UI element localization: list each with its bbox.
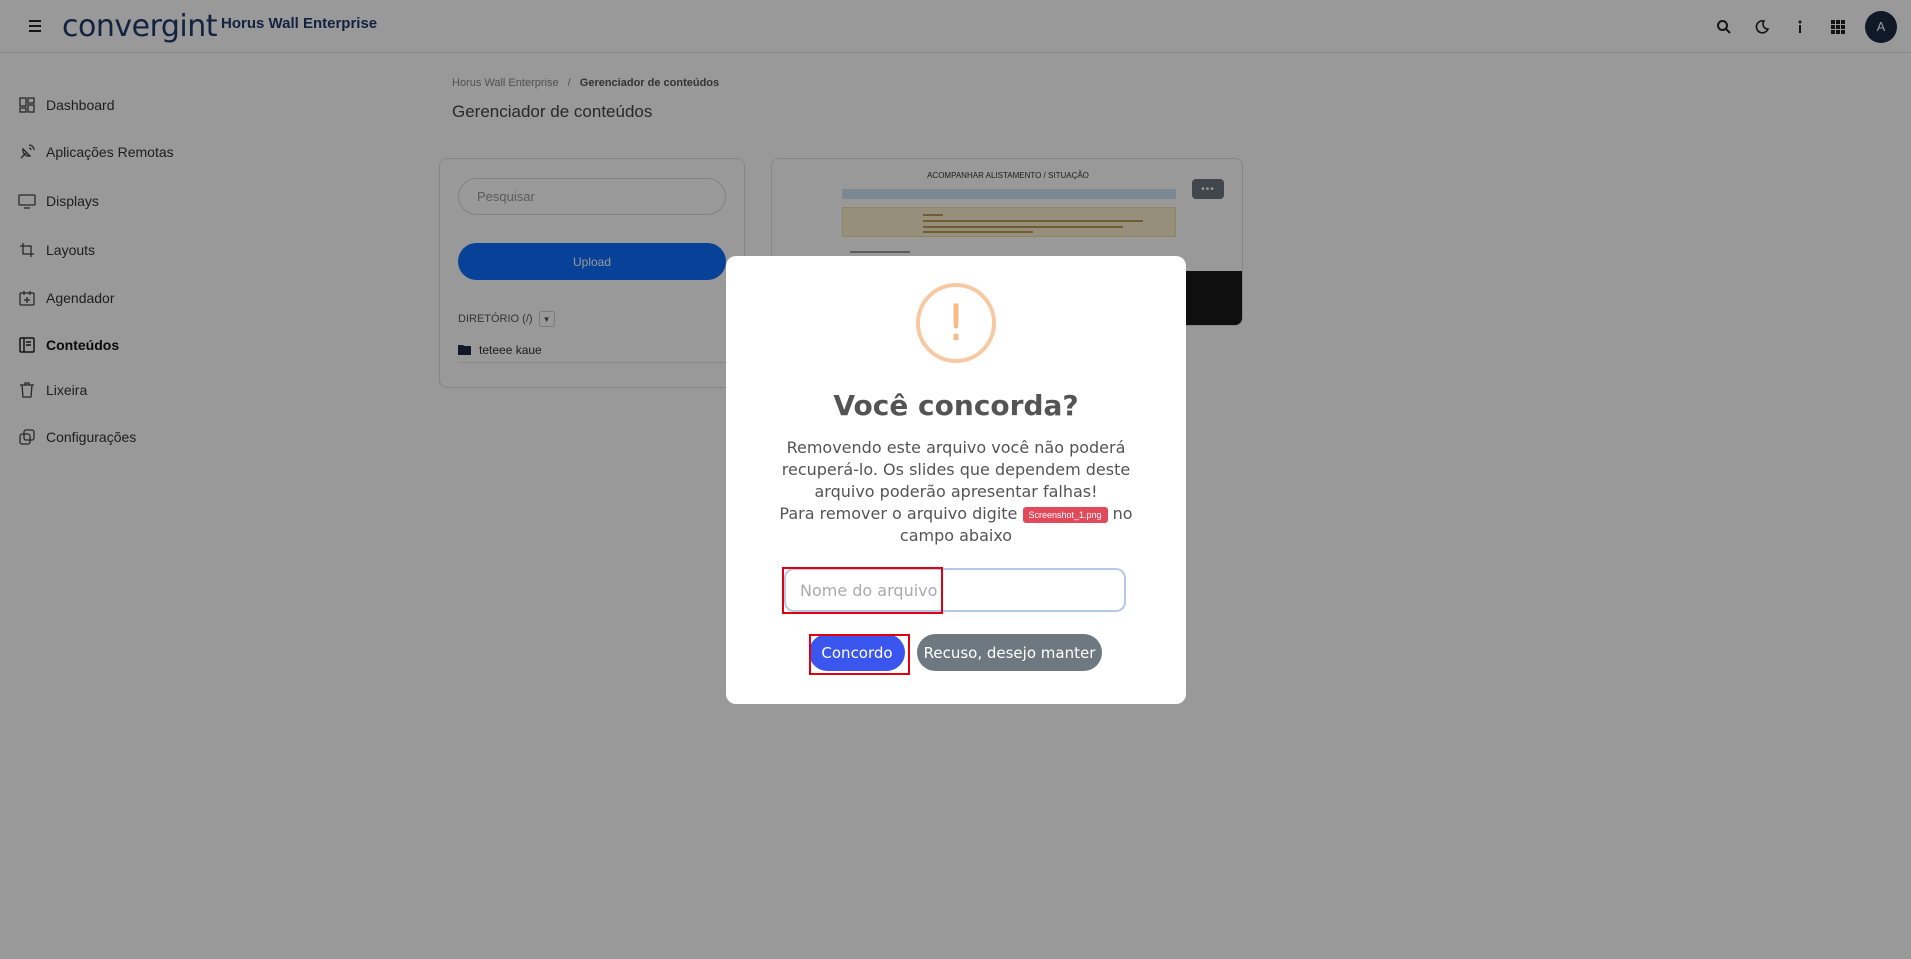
dialog-title: Você concorda? xyxy=(833,389,1079,422)
highlight-box-input xyxy=(782,567,943,614)
highlight-box-confirm xyxy=(809,634,910,675)
dialog-message: Removendo este arquivo você não poderá r… xyxy=(776,437,1136,547)
cancel-button[interactable]: Recuso, desejo manter xyxy=(917,634,1102,671)
warning-icon: ! xyxy=(916,283,996,363)
file-name-badge: Screenshot_1.png xyxy=(1022,506,1108,523)
dialog-instruction-before: Para remover o arquivo digite xyxy=(779,504,1018,523)
dialog-message-text: Removendo este arquivo você não poderá r… xyxy=(781,438,1131,501)
confirm-dialog: ! Você concorda? Removendo este arquivo … xyxy=(726,256,1186,704)
